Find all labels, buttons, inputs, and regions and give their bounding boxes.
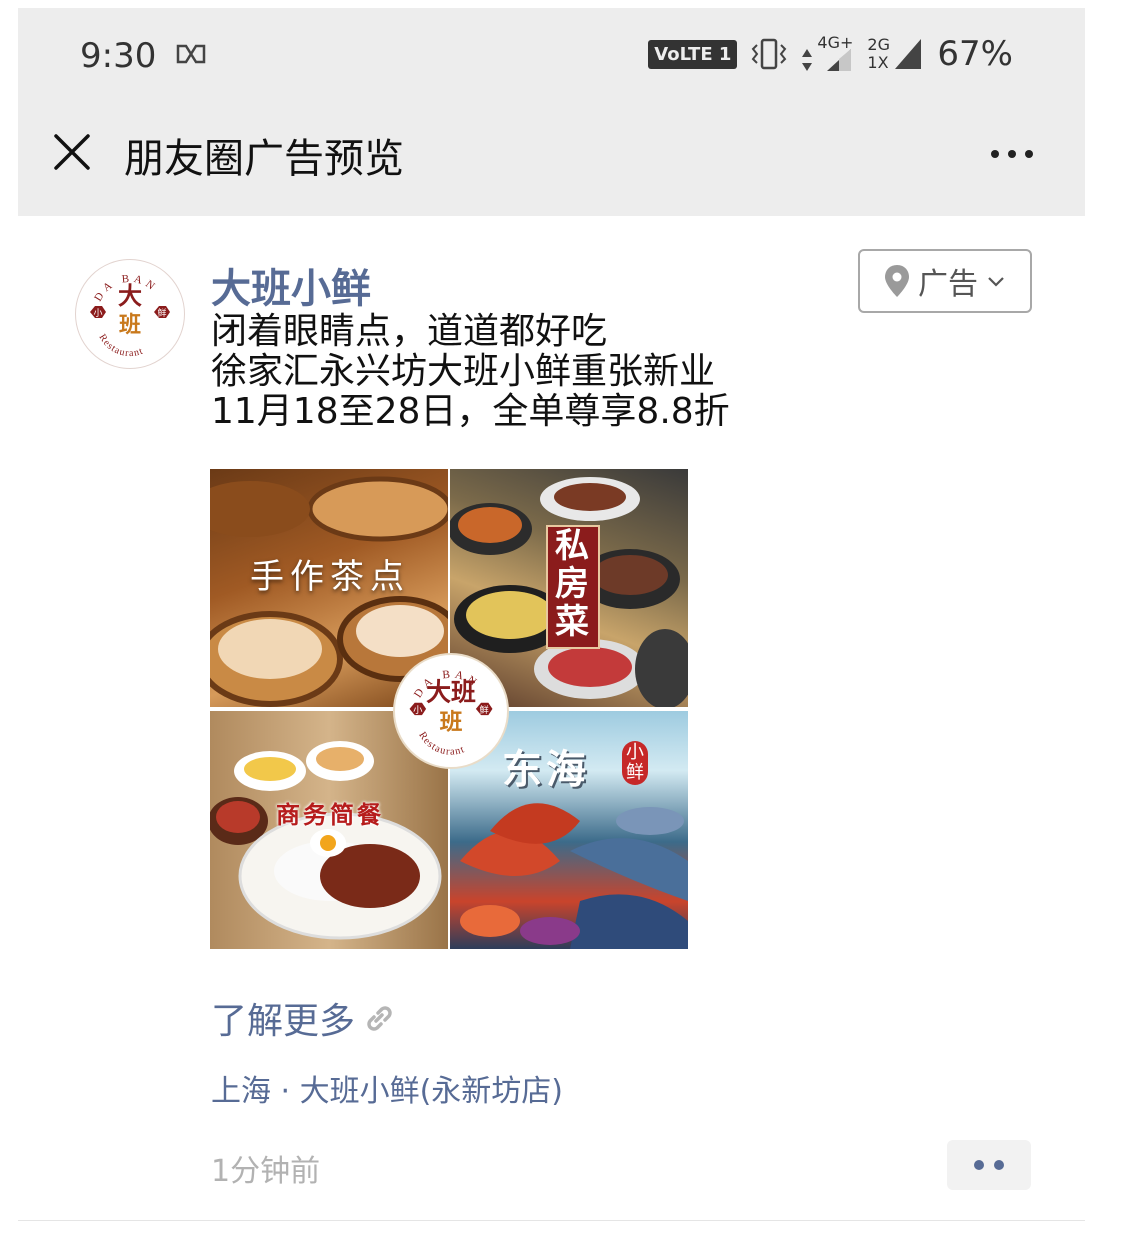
signal-4g: 4G+ [801, 35, 853, 73]
post-line: 闭着眼睛点，道道都好吃 [211, 311, 608, 352]
comment-button[interactable] [947, 1140, 1031, 1190]
business-meal-caption: 商务简餐 [276, 800, 384, 829]
learn-more-link[interactable]: 了解更多 [211, 992, 397, 1044]
more-options-button[interactable] [991, 150, 1033, 158]
private-dishes-caption: 私房菜 [555, 526, 589, 642]
post-line: 徐家汇永兴坊大班小鲜重张新业 [211, 351, 716, 392]
center-logo: DA BAN 大班 班 小 鲜 Restaurant [393, 653, 509, 769]
more-dot [1008, 150, 1016, 158]
chevron-down-icon [988, 277, 1004, 287]
svg-text:班: 班 [119, 312, 141, 338]
status-time: 9:30 [80, 36, 157, 76]
signal-icon-2 [895, 39, 922, 69]
comment-dot [994, 1160, 1004, 1170]
close-icon[interactable] [52, 132, 92, 172]
svg-text:小: 小 [93, 308, 102, 319]
svg-text:鲜: 鲜 [157, 307, 166, 319]
learn-more-label: 了解更多 [211, 1001, 356, 1042]
comment-dot [974, 1160, 984, 1170]
top-bar: 9:30 VoLTE 1 4G+ 2G 1X 67% 朋友圈广告预览 [18, 8, 1085, 216]
svg-text:大班: 大班 [426, 678, 476, 707]
location-link[interactable]: 上海 · 大班小鲜(永新坊店) [211, 1066, 563, 1110]
preview-frame: 9:30 VoLTE 1 4G+ 2G 1X 67% 朋友圈广告预览 DA BA… [18, 8, 1085, 1240]
post-time: 1分钟前 [211, 1154, 321, 1189]
ad-label: 广告 [918, 267, 978, 302]
volte-badge: VoLTE 1 [648, 39, 738, 69]
signal-2g: 2G 1X [867, 35, 923, 73]
page-title: 朋友圈广告预览 [124, 136, 404, 182]
net-1x-label: 1X [867, 53, 889, 72]
ad-label-button[interactable]: 广告 [858, 249, 1032, 313]
brand-avatar[interactable]: DA BAN 大 班 小 鲜 Restaurant [75, 259, 185, 369]
svg-text:鲜: 鲜 [480, 704, 489, 716]
post-line: 11月18至28日，全单尊享8.8折 [211, 391, 730, 432]
brand-name[interactable]: 大班小鲜 [211, 256, 371, 314]
link-icon [367, 1006, 392, 1031]
center-logo-art: DA BAN 大班 班 小 鲜 Restaurant [409, 668, 493, 758]
more-dot [991, 150, 999, 158]
brand-logo: DA BAN 大 班 小 鲜 Restaurant [90, 273, 170, 359]
seafood-caption: 东海 [502, 746, 590, 793]
battery-percent: 67% [937, 34, 1013, 74]
bottom-divider [18, 1220, 1085, 1221]
more-dot [1025, 150, 1033, 158]
vibrate-icon [752, 38, 787, 70]
svg-text:大: 大 [118, 281, 142, 310]
status-icons: VoLTE 1 4G+ 2G 1X 67% [648, 34, 1013, 74]
svg-text:小: 小 [413, 705, 423, 716]
dim-sum-caption: 手作茶点 [250, 557, 410, 597]
post-text: 闭着眼睛点，道道都好吃 徐家汇永兴坊大班小鲜重张新业 11月18至28日，全单尊… [211, 312, 730, 432]
nfc-icon [176, 44, 206, 64]
net-2g-label: 2G [867, 35, 890, 54]
seafood-badge-text: 小鲜 [626, 742, 644, 783]
signal-icon [827, 49, 852, 71]
svg-text:班: 班 [440, 710, 463, 736]
location-pin-icon [885, 265, 909, 297]
post-image[interactable]: 手作茶点 私房菜 商务简餐 东海 小鲜 DA BAN 大班 班 小 鲜 Rest… [210, 469, 688, 949]
data-arrows-icon [802, 49, 813, 71]
